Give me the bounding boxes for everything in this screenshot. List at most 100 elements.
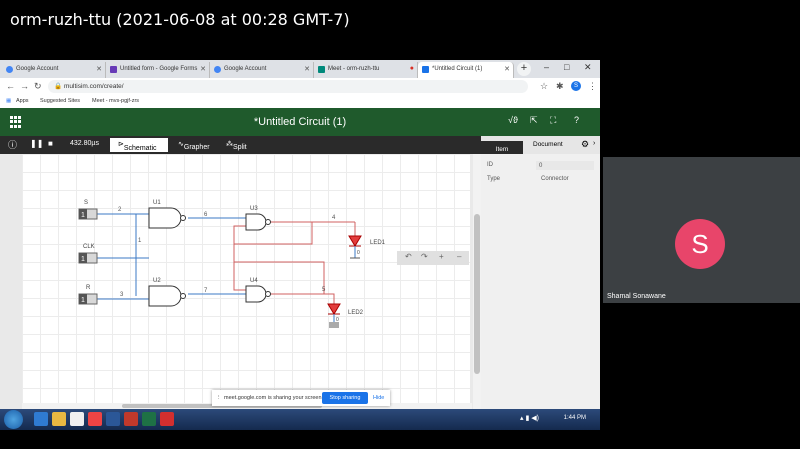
drag-handle-icon[interactable]: ⋮ — [216, 395, 222, 401]
maximize-icon[interactable]: □ — [564, 62, 569, 72]
browser-tab-multisim[interactable]: *Untitled Circuit (1) ✕ — [418, 62, 514, 78]
gate-u2[interactable]: U2 — [148, 278, 186, 307]
tab-grapher[interactable]: ∿ Grapher — [178, 140, 210, 151]
zoom-in-icon[interactable]: + — [439, 252, 444, 261]
bookmark-meet[interactable]: Meet - mvs-pgjf-zrs — [92, 98, 139, 104]
tab-document[interactable]: Document — [533, 141, 563, 148]
input-s[interactable]: 1 S — [78, 200, 98, 220]
powerpoint-icon[interactable] — [124, 412, 138, 426]
star-icon[interactable]: ☆ — [540, 81, 548, 92]
svg-text:0: 0 — [336, 317, 339, 323]
help-icon[interactable]: ? — [574, 115, 579, 125]
taskbar-clock[interactable]: 1:44 PM — [564, 415, 586, 421]
led-1[interactable]: LED1 0 — [348, 235, 386, 259]
close-icon[interactable]: ✕ — [504, 65, 510, 73]
reload-icon[interactable]: ↻ — [34, 81, 42, 92]
new-tab-button[interactable]: + — [517, 62, 531, 76]
extensions-icon[interactable]: ✱ — [556, 81, 564, 92]
apps-icon: ▦ — [6, 98, 12, 104]
hide-button[interactable]: Hide — [373, 395, 384, 401]
excel-icon[interactable] — [142, 412, 156, 426]
svg-text:LED2: LED2 — [348, 310, 364, 316]
svg-text:7: 7 — [204, 288, 208, 294]
url-input[interactable]: 🔒 multisim.com/create/ — [48, 80, 528, 93]
shared-screen: Google Account ✕ Untitled form - Google … — [0, 60, 600, 430]
back-icon[interactable]: ← — [6, 81, 15, 91]
gate-u4[interactable]: U4 — [245, 278, 271, 303]
zoom-controls: ↶ ↷ + – — [397, 251, 469, 265]
tray-icons[interactable]: ▴ ▮ ◀) — [520, 414, 539, 422]
recording-dot-icon: ● — [409, 65, 414, 72]
browser-tab-google-account-2[interactable]: Google Account ✕ — [210, 62, 314, 78]
gate-u3[interactable]: U3 — [245, 206, 271, 231]
word-icon[interactable] — [106, 412, 120, 426]
stop-sharing-button[interactable]: Stop sharing — [322, 392, 368, 404]
close-icon[interactable]: ✕ — [96, 65, 102, 73]
tab-schematic[interactable]: ⊳ Schematic — [110, 138, 168, 152]
vertical-scrollbar[interactable] — [473, 154, 481, 409]
meeting-title: orm-ruzh-ttu (2021-06-08 at 00:28 GMT-7) — [10, 10, 350, 29]
share-icon[interactable]: ⇱ — [530, 115, 538, 126]
google-icon — [214, 66, 221, 73]
browser-tab-google-forms[interactable]: Untitled form - Google Forms ✕ — [106, 62, 210, 78]
stop-icon[interactable]: ■ — [48, 139, 53, 148]
prop-label-type: Type — [487, 176, 501, 182]
svg-text:1: 1 — [81, 297, 85, 304]
bookmark-suggested-sites[interactable]: Suggested Sites — [40, 98, 80, 104]
simulation-toolbar: ⓘ ❚❚ ■ 432.80µs ⊳ Schematic ∿ Grapher ⁂ … — [0, 136, 481, 154]
gate-u1[interactable]: U1 — [148, 200, 186, 229]
bookmark-apps[interactable]: Apps — [16, 98, 29, 104]
close-icon[interactable]: ✕ — [304, 65, 310, 73]
svg-text:5: 5 — [322, 287, 326, 293]
pause-icon[interactable]: ❚❚ — [30, 139, 43, 148]
svg-text:0: 0 — [357, 250, 360, 256]
panel-tabs: Item Document ⚙ › — [481, 136, 600, 159]
svg-text:U4: U4 — [250, 278, 258, 284]
svg-text:U3: U3 — [250, 206, 258, 212]
undo-icon[interactable]: ↶ — [405, 252, 412, 261]
close-window-icon[interactable]: ✕ — [584, 62, 592, 73]
forms-icon — [110, 66, 117, 73]
prop-label-id: ID — [487, 162, 493, 168]
participant-avatar: S — [675, 219, 725, 269]
svg-text:2: 2 — [118, 207, 122, 213]
redo-icon[interactable]: ↷ — [421, 252, 428, 261]
start-button[interactable] — [4, 410, 23, 429]
zoom-out-icon[interactable]: – — [457, 252, 461, 261]
close-icon[interactable]: ✕ — [200, 65, 206, 73]
info-icon[interactable]: ⓘ — [8, 138, 17, 151]
chevron-right-icon[interactable]: › — [593, 140, 595, 147]
media-player-icon[interactable] — [70, 412, 84, 426]
svg-text:4: 4 — [332, 215, 336, 221]
profile-avatar[interactable]: S — [571, 81, 581, 91]
menu-icon[interactable]: ⋮ — [588, 81, 597, 92]
lock-icon: 🔒 — [54, 83, 63, 90]
svg-text:1: 1 — [138, 238, 142, 244]
ie-icon[interactable] — [34, 412, 48, 426]
input-clk[interactable]: 1 CLK — [78, 244, 98, 264]
chrome-icon[interactable] — [88, 412, 102, 426]
led-2[interactable]: LED2 0 — [327, 303, 364, 328]
schematic-canvas[interactable]: 1 S 1 CLK 1 R U1 U2 U3 U4 2 6 1 3 7 4 5 … — [22, 154, 470, 403]
svg-text:LED1: LED1 — [370, 240, 386, 246]
bookmarks-bar: ▦ Apps Suggested Sites Meet - mvs-pgjf-z… — [0, 95, 600, 109]
settings-gear-icon[interactable]: ⚙ — [581, 139, 589, 150]
properties-panel: ID 0 Type Connector — [481, 154, 600, 409]
svg-text:U2: U2 — [153, 278, 161, 284]
svg-text:1: 1 — [81, 212, 85, 219]
participant-name: Shamal Sonawane — [607, 293, 666, 300]
fullscreen-icon[interactable]: ⛶ — [550, 115, 556, 126]
simulate-icon[interactable]: √ϑ — [508, 115, 518, 125]
meet-icon — [318, 66, 325, 73]
google-icon — [6, 66, 13, 73]
svg-text:CLK: CLK — [83, 244, 95, 250]
minimize-icon[interactable]: – — [544, 62, 549, 72]
browser-tab-meet[interactable]: Meet - orm-ruzh-ttu ● — [314, 62, 418, 78]
browser-tab-google-account[interactable]: Google Account ✕ — [2, 62, 106, 78]
tab-split[interactable]: ⁂ Split — [226, 140, 247, 151]
prop-id-field[interactable]: 0 — [536, 161, 594, 170]
input-r[interactable]: 1 R — [78, 285, 98, 305]
acrobat-icon[interactable] — [160, 412, 174, 426]
forward-icon[interactable]: → — [20, 81, 29, 91]
folder-icon[interactable] — [52, 412, 66, 426]
